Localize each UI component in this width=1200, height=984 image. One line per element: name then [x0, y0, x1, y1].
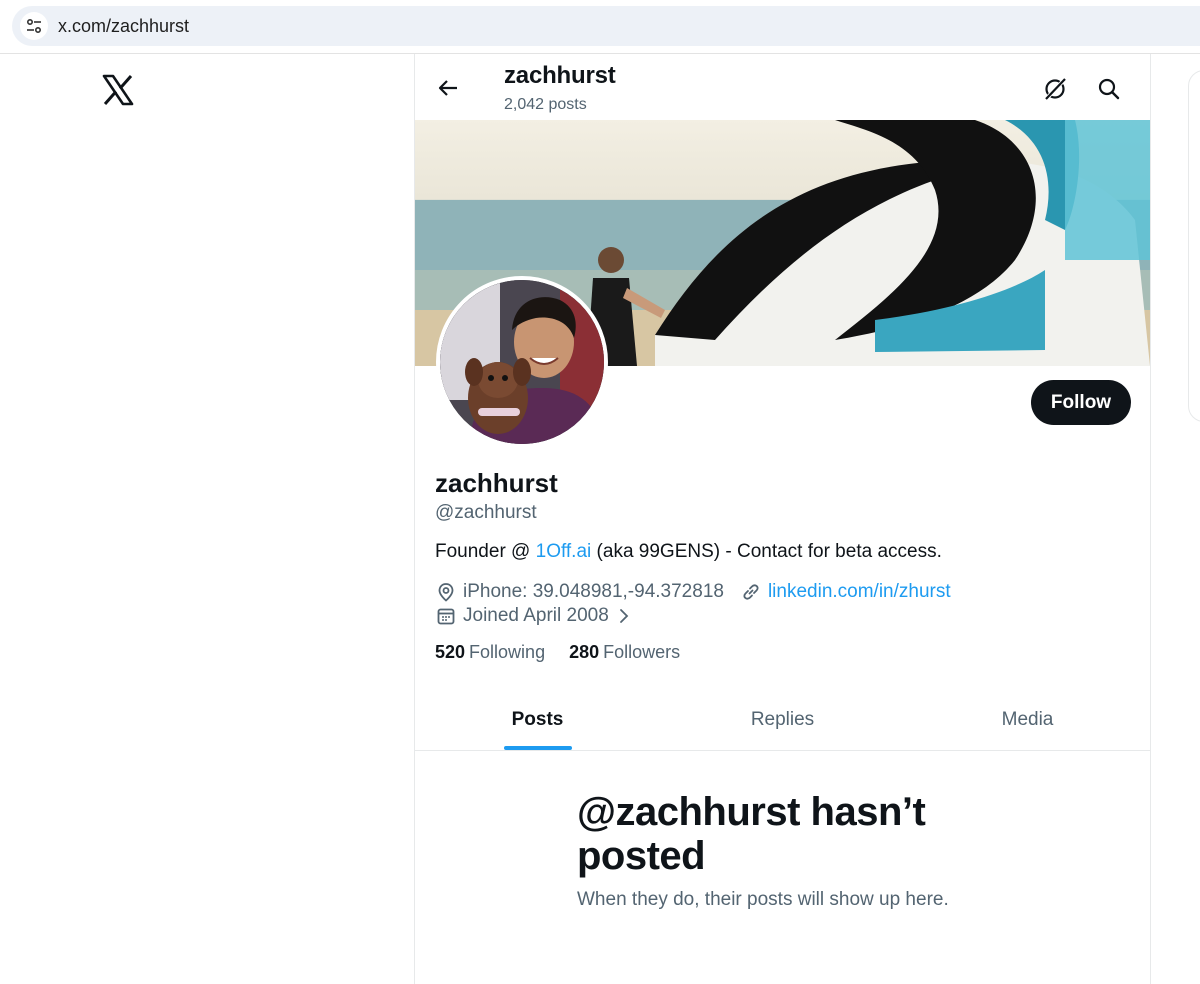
search-icon[interactable]: [1092, 72, 1126, 106]
link-icon: [740, 581, 762, 603]
following-label: Following: [469, 642, 546, 662]
tab-label: Replies: [750, 709, 815, 730]
calendar-icon: [435, 605, 457, 627]
location-text: iPhone: 39.048981,-94.372818: [463, 581, 724, 602]
sidebar-card: [1188, 70, 1200, 422]
chevron-right-icon: [613, 605, 635, 627]
bio-suffix: (aka 99GENS) - Contact for beta access.: [591, 541, 942, 562]
joined-text: Joined April 2008: [463, 605, 609, 626]
tab-posts[interactable]: Posts: [415, 690, 660, 750]
follow-button[interactable]: Follow: [1031, 380, 1131, 425]
following-link[interactable]: 520 Following: [435, 642, 545, 663]
empty-state-subtitle: When they do, their posts will show up h…: [577, 889, 949, 910]
website-link[interactable]: linkedin.com/in/zhurst: [768, 581, 951, 603]
post-count: 2,042 posts: [504, 96, 587, 113]
bio-mention-link[interactable]: 1Off.ai: [536, 541, 592, 562]
tab-replies[interactable]: Replies: [660, 690, 905, 750]
tune-icon[interactable]: [20, 12, 48, 40]
map-pin-icon: [435, 581, 457, 603]
column-divider: [1150, 54, 1151, 984]
handle: @zachhurst: [435, 502, 537, 523]
browser-toolbar: x.com/zachhurst: [0, 0, 1200, 54]
header-title: zachhurst: [504, 62, 616, 89]
address-bar[interactable]: x.com/zachhurst: [12, 6, 1200, 46]
follow-stats: 520 Following 280 Followers: [435, 642, 680, 663]
arrow-left-icon[interactable]: [432, 72, 464, 104]
tab-label: Media: [1001, 709, 1054, 730]
followers-count: 280: [569, 642, 600, 662]
bio-prefix: Founder @: [435, 541, 536, 562]
profile-meta: iPhone: 39.048981,-94.372818 linkedin.co…: [435, 580, 951, 604]
tab-media[interactable]: Media: [905, 690, 1150, 750]
followers-link[interactable]: 280 Followers: [569, 642, 680, 663]
joined-row[interactable]: Joined April 2008: [435, 604, 641, 628]
profile-tabs: Posts Replies Media: [415, 690, 1150, 751]
avatar[interactable]: [436, 276, 608, 448]
tab-label: Posts: [511, 709, 564, 730]
x-logo-icon[interactable]: [101, 73, 135, 107]
active-tab-indicator: [503, 746, 572, 750]
bio: Founder @ 1Off.ai (aka 99GENS) - Contact…: [435, 541, 942, 563]
followers-label: Followers: [603, 642, 681, 662]
grok-icon[interactable]: [1038, 72, 1072, 106]
display-name: zachhurst: [435, 468, 558, 498]
following-count: 520: [435, 642, 466, 662]
empty-state-title: @zachhurst hasn’t posted: [577, 790, 926, 878]
url-text[interactable]: x.com/zachhurst: [58, 16, 189, 37]
